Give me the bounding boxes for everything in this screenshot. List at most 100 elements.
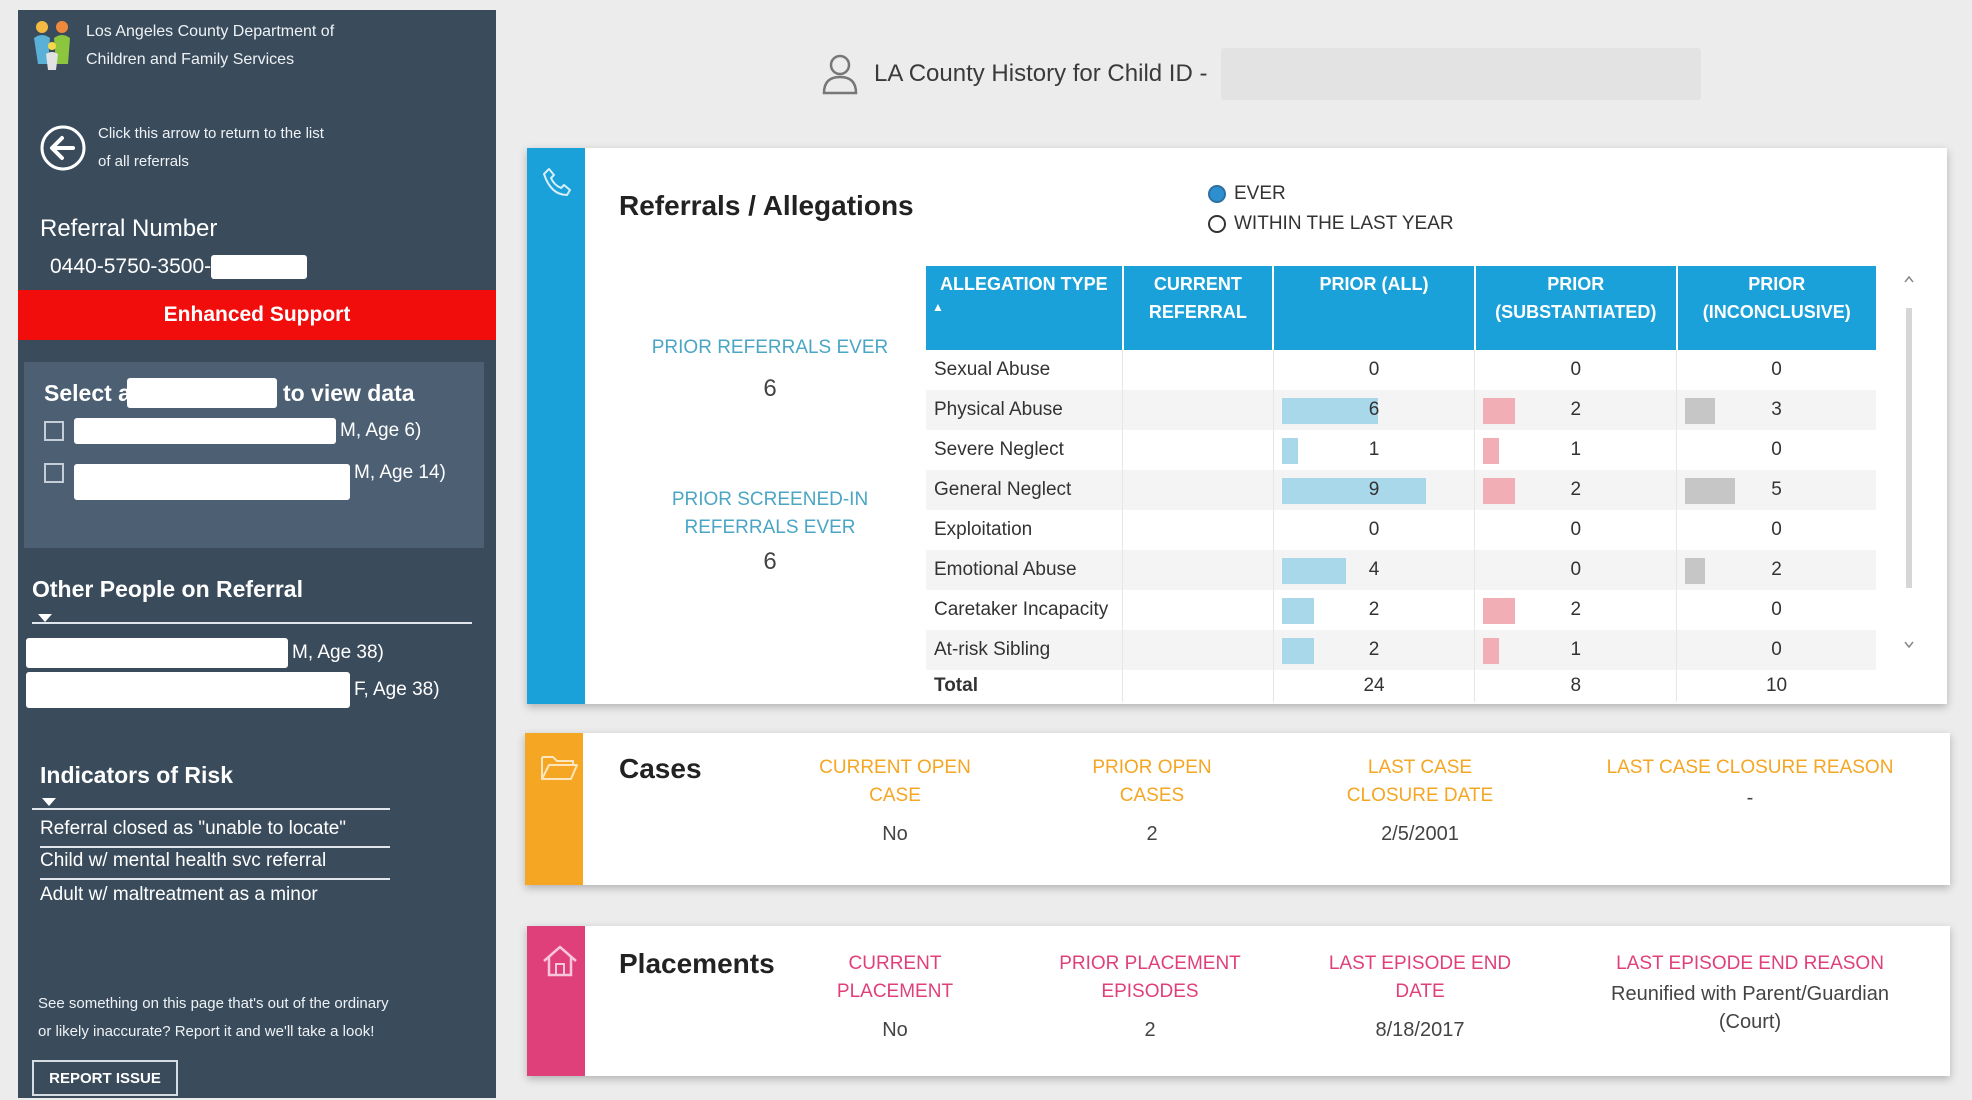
prior-referrals-value: 6: [763, 375, 777, 402]
inconclusive-value: 0: [1771, 639, 1782, 660]
col-prior-all[interactable]: PRIOR (ALL): [1273, 266, 1476, 350]
col-prior-inconclusive[interactable]: PRIOR (INCONCLUSIVE): [1676, 266, 1876, 350]
allegation-type-cell: Severe Neglect: [926, 430, 1124, 470]
radio-last-year[interactable]: [1208, 215, 1226, 233]
prior-all-value: 1: [1368, 439, 1380, 460]
allegations-table: ALLEGATION TYPE ▲ CURRENT REFERRAL PRIOR…: [926, 266, 1876, 702]
filter-ever[interactable]: EVER: [1208, 183, 1286, 205]
child-option-1[interactable]: M, Age 6): [44, 418, 421, 444]
substantiated-bar: [1483, 598, 1516, 624]
allegation-type-cell: Emotional Abuse: [926, 550, 1124, 590]
substantiated-value: 0: [1570, 559, 1582, 580]
back-to-referrals[interactable]: Click this arrow to return to the list o…: [38, 120, 324, 176]
col-label: CURRENT: [1153, 274, 1242, 294]
scroll-down-icon: [1904, 641, 1914, 649]
metric-value-line: -: [1746, 787, 1754, 809]
table-row: General Neglect 9 2 5: [926, 470, 1876, 510]
redacted-block: [1221, 48, 1702, 100]
radio-ever[interactable]: [1208, 185, 1226, 203]
prior-all-cell: 4: [1273, 550, 1476, 590]
prior-all-cell: 1: [1273, 430, 1476, 470]
metric-label-line: CASES: [1119, 785, 1185, 806]
risk-item: Child w/ mental health svc referral: [40, 850, 390, 880]
substantiated-value: 2: [1570, 399, 1582, 420]
substantiated-cell: 1: [1474, 430, 1678, 470]
metric-value-line: No: [882, 823, 908, 845]
prior-all-bar: [1281, 398, 1378, 424]
inconclusive-bar: [1685, 558, 1706, 584]
allegation-type-cell: Caretaker Incapacity: [926, 590, 1124, 630]
child-select-panel: Select a to view data M, Age 6) M, Age 1…: [24, 362, 484, 548]
prior-all-bar: [1281, 438, 1298, 464]
metric-label-line: LAST EPISODE END REASON: [1616, 953, 1884, 974]
table-scrollbar[interactable]: [1902, 268, 1916, 658]
brand-text: Los Angeles County Department of Childre…: [86, 18, 334, 74]
col-label: REFERRAL: [1148, 302, 1247, 322]
placements-metric-label: LAST EPISODE END REASON: [1570, 950, 1930, 978]
col-label: (INCONCLUSIVE): [1702, 302, 1851, 322]
current-referral-cell: [1122, 590, 1274, 630]
substantiated-cell: 1: [1474, 630, 1678, 670]
prior-all-value: 0: [1368, 359, 1380, 380]
table-row: Caretaker Incapacity 2 2 0: [926, 590, 1876, 630]
prior-screened-label: PRIOR SCREENED-IN REFERRALS EVER: [640, 486, 900, 542]
prior-all-value: 0: [1368, 519, 1380, 540]
inconclusive-value: 0: [1771, 599, 1782, 620]
referral-number-label: Referral Number: [40, 215, 218, 242]
placements-metric-value: 2: [1040, 1016, 1260, 1044]
redacted-block: [126, 378, 277, 408]
radio-ever-label: EVER: [1234, 183, 1286, 204]
inconclusive-cell: 0: [1677, 350, 1876, 390]
redacted-block: [74, 418, 336, 444]
placements-stripe: [527, 926, 585, 1076]
prior-all-value: 4: [1368, 559, 1380, 580]
redacted-block: [26, 672, 350, 708]
cases-metric-value: 2: [1052, 820, 1252, 848]
current-referral-cell: [1122, 350, 1274, 390]
sidebar: Los Angeles County Department of Childre…: [18, 10, 496, 1098]
substantiated-cell: 2: [1474, 590, 1678, 630]
placements-metric-label: PRIOR PLACEMENT EPISODES: [1040, 950, 1260, 1006]
cases-metric-label: LAST CASE CLOSURE DATE: [1300, 754, 1540, 810]
cases-metric-value: 2/5/2001: [1300, 820, 1540, 848]
metric-label-line: PLACEMENT: [836, 981, 954, 1002]
col-allegation-type[interactable]: ALLEGATION TYPE ▲: [926, 266, 1124, 350]
risk-title: Indicators of Risk: [40, 762, 233, 788]
phone-icon: [543, 168, 571, 196]
chevron-down-icon[interactable]: [42, 798, 56, 806]
chevron-down-icon[interactable]: [38, 614, 52, 622]
metric-value-line: 8/18/2017: [1375, 1019, 1465, 1041]
current-referral-cell: [1122, 510, 1274, 550]
substantiated-cell: 0: [1474, 510, 1678, 550]
allegation-type-cell: At-risk Sibling: [926, 630, 1124, 670]
filter-last-year[interactable]: WITHIN THE LAST YEAR: [1208, 213, 1454, 235]
back-arrow-icon[interactable]: [38, 123, 88, 173]
metric-label-line: LAST CASE CLOSURE REASON: [1606, 757, 1894, 778]
child-checkbox[interactable]: [44, 463, 64, 483]
inconclusive-bar: [1685, 398, 1716, 424]
substantiated-cell: 2: [1474, 390, 1678, 430]
metric-value-line: No: [882, 1019, 908, 1041]
total-row: Total 24 8 10: [926, 670, 1876, 702]
scroll-thumb: [1906, 308, 1912, 588]
prior-screened-label-1: PRIOR SCREENED-IN: [671, 489, 869, 510]
prior-all-value: 6: [1368, 399, 1380, 420]
col-prior-substantiated[interactable]: PRIOR (SUBSTANTIATED): [1474, 266, 1678, 350]
report-issue-button[interactable]: REPORT ISSUE: [32, 1060, 178, 1096]
child-checkbox[interactable]: [44, 421, 64, 441]
prior-all-bar: [1281, 598, 1314, 624]
substantiated-cell: 2: [1474, 470, 1678, 510]
inconclusive-value: 0: [1771, 439, 1782, 460]
child-option-2[interactable]: M, Age 14): [44, 446, 446, 500]
sort-up-icon[interactable]: ▲: [932, 298, 1116, 316]
prior-referrals-label: PRIOR REFERRALS EVER: [651, 337, 889, 358]
inconclusive-cell: 2: [1676, 550, 1876, 590]
allegation-type-cell: Sexual Abuse: [926, 350, 1124, 390]
other-person-1: M, Age 38): [26, 638, 384, 668]
metric-value-line: Reunified with Parent/Guardian: [1611, 983, 1889, 1005]
col-current-referral[interactable]: CURRENT REFERRAL: [1122, 266, 1275, 350]
table-row: Emotional Abuse 4 0 2: [926, 550, 1876, 590]
prior-all-cell: 2: [1273, 590, 1476, 630]
col-label: PRIOR: [1748, 274, 1806, 294]
back-hint-line-1: Click this arrow to return to the list: [98, 125, 324, 142]
